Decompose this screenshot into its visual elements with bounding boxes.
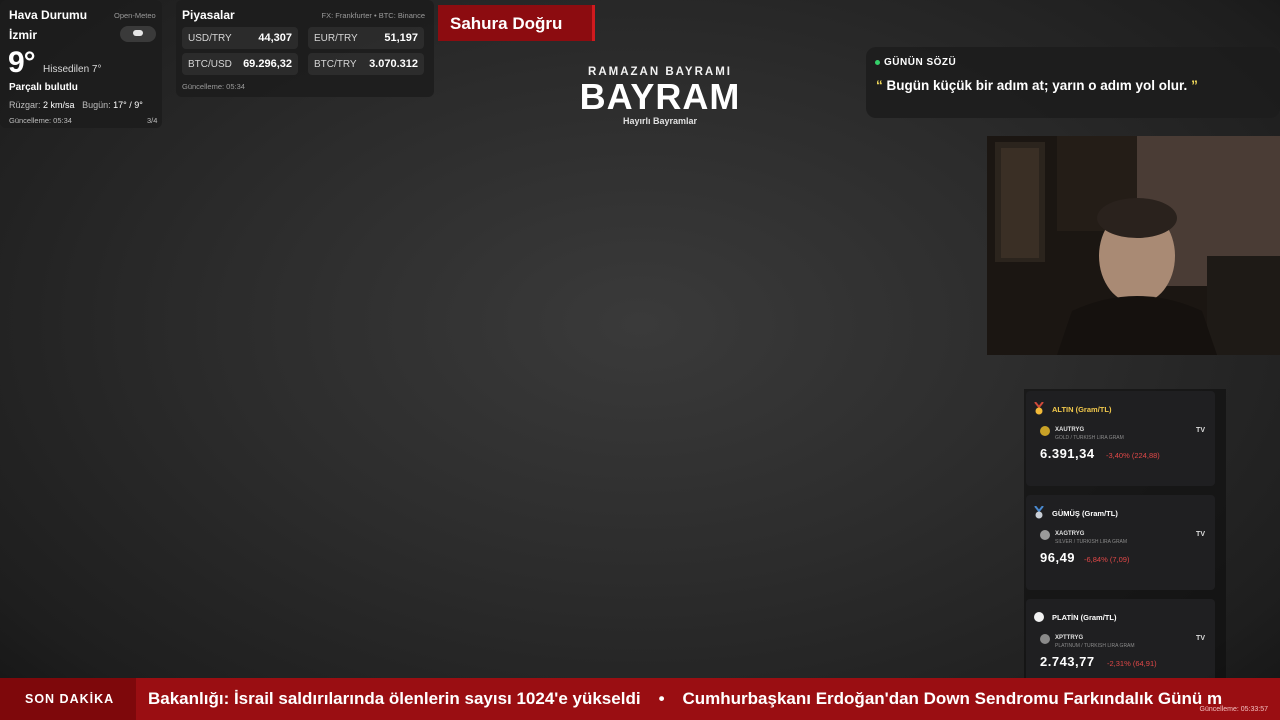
- metal-name: ALTIN (Gram/TL): [1052, 405, 1112, 414]
- metal-card-silver: GÜMÜŞ (Gram/TL) XAGTRYG SILVER / TURKISH…: [1026, 495, 1215, 590]
- metal-name: GÜMÜŞ (Gram/TL): [1052, 509, 1118, 518]
- weather-city: İzmir: [9, 28, 38, 42]
- metal-change: -2,31% (64,91): [1107, 659, 1157, 668]
- metal-change: -6,84% (7,09): [1084, 555, 1130, 564]
- metal-ticker: XPTTRYG: [1055, 635, 1084, 641]
- metal-desc: SILVER / TURKISH LIRA GRAM: [1055, 539, 1128, 545]
- weather-feels-like: Hissedilen 7°: [43, 64, 102, 75]
- weather-page-indicator: 3/4: [147, 116, 158, 125]
- weather-widget: Hava Durumu Open-Meteo İzmir 9° Hissedil…: [0, 0, 162, 128]
- market-item-btctry: BTC/TRY 3.070.312: [308, 53, 424, 75]
- quote-close-mark: ”: [1191, 78, 1198, 93]
- metal-card-gold: ALTIN (Gram/TL) XAUTRYG GOLD / TURKISH L…: [1026, 391, 1215, 486]
- quote-body: Bugün küçük bir adım at; yarın o adım yo…: [886, 78, 1188, 93]
- tradingview-icon[interactable]: TV: [1196, 635, 1205, 642]
- bayram-caption: Hayırlı Bayramlar: [622, 116, 698, 126]
- gold-symbol-icon: [1040, 426, 1050, 436]
- ticker-item: Bakanlığı: İsrail saldırılarında ölenler…: [148, 689, 641, 708]
- markets-source: FX: Frankfurter • BTC: Binance: [321, 11, 426, 20]
- tradingview-icon[interactable]: TV: [1196, 427, 1205, 434]
- breaking-news-label-text: SON DAKİKA: [25, 692, 115, 706]
- partly-cloudy-icon: [120, 26, 156, 42]
- market-value: 44,307: [258, 32, 292, 44]
- market-item-usdtry: USD/TRY 44,307: [182, 27, 298, 49]
- ticker-separator: •: [658, 689, 665, 708]
- platinum-symbol-icon: [1040, 634, 1050, 644]
- weather-condition: Parçalı bulutlu: [9, 82, 78, 93]
- metal-desc: GOLD / TURKISH LIRA GRAM: [1055, 435, 1124, 441]
- gold-medal-icon: [1034, 402, 1044, 415]
- webcam-image: [987, 136, 1280, 355]
- metal-price: 96,49: [1040, 550, 1076, 565]
- metal-ticker: XAGTRYG: [1055, 531, 1085, 537]
- market-label: USD/TRY: [188, 33, 232, 44]
- silver-symbol-icon: [1040, 530, 1050, 540]
- markets-widget: Piyasalar FX: Frankfurter • BTC: Binance…: [176, 0, 434, 97]
- ticker-item: Cumhurbaşkanı Erdoğan'dan Down Sendromu …: [682, 689, 1223, 708]
- market-item-btcusd: BTC/USD 69.296,32: [182, 53, 298, 75]
- market-label: BTC/USD: [188, 59, 232, 70]
- quote-of-day: GÜNÜN SÖZÜ “ Bugün küçük bir adım at; ya…: [866, 47, 1280, 118]
- sahura-banner: Sahura Doğru: [438, 5, 595, 41]
- webcam-feed: [987, 136, 1280, 355]
- market-label: EUR/TRY: [314, 33, 358, 44]
- ticker-updated: Güncelleme: 05:33:57: [1199, 706, 1269, 713]
- markets-updated: Güncelleme: 05:34: [182, 82, 245, 91]
- ticker-news: Bakanlığı: İsrail saldırılarında ölenler…: [148, 689, 1222, 709]
- market-value: 69.296,32: [243, 58, 292, 70]
- bayram-title: BAYRAM: [579, 76, 741, 117]
- tradingview-icon[interactable]: TV: [1196, 531, 1205, 538]
- metals-widget: ALTIN (Gram/TL) XAUTRYG GOLD / TURKISH L…: [1024, 389, 1226, 694]
- market-value: 3.070.312: [369, 58, 418, 70]
- live-dot-icon: [875, 59, 880, 65]
- quote-heading: GÜNÜN SÖZÜ: [875, 57, 956, 68]
- metal-change: -3,40% (224,88): [1106, 451, 1160, 460]
- weather-wind: Rüzgar: 2 km/sa Bugün: 17° / 9°: [9, 100, 143, 110]
- weather-temperature: 9°: [8, 46, 36, 79]
- wind-label: Rüzgar:: [9, 100, 41, 110]
- markets-title: Piyasalar: [182, 8, 235, 22]
- market-item-eurtry: EUR/TRY 51,197: [308, 27, 424, 49]
- platinum-icon: [1034, 612, 1044, 622]
- metal-price: 6.391,34: [1040, 446, 1095, 461]
- quote-text: “ Bugün küçük bir adım at; yarın o adım …: [876, 78, 1198, 93]
- today-value: 17° / 9°: [113, 100, 143, 110]
- quote-open-mark: “: [876, 78, 883, 93]
- market-value: 51,197: [384, 32, 418, 44]
- sahura-banner-text: Sahura Doğru: [450, 14, 563, 33]
- wind-value: 2 km/sa: [43, 100, 75, 110]
- quote-heading-text: GÜNÜN SÖZÜ: [884, 57, 957, 68]
- breaking-news-label: SON DAKİKA: [0, 678, 136, 720]
- weather-source: Open-Meteo: [114, 11, 156, 20]
- bayram-title-block: RAMAZAN BAYRAMI BAYRAM Hayırlı Bayramlar: [540, 64, 780, 126]
- today-label: Bugün:: [82, 100, 111, 110]
- metal-price: 2.743,77: [1040, 654, 1095, 669]
- metal-ticker: XAUTRYG: [1055, 427, 1085, 433]
- weather-title: Hava Durumu: [9, 8, 88, 22]
- breaking-news-ticker: SON DAKİKA Bakanlığı: İsrail saldırıları…: [0, 678, 1280, 720]
- market-label: BTC/TRY: [314, 59, 357, 70]
- metal-name: PLATİN (Gram/TL): [1052, 613, 1117, 622]
- silver-medal-icon: [1034, 506, 1044, 519]
- weather-updated: Güncelleme: 05:34: [9, 116, 72, 125]
- metal-desc: PLATINUM / TURKISH LIRA GRAM: [1055, 643, 1135, 649]
